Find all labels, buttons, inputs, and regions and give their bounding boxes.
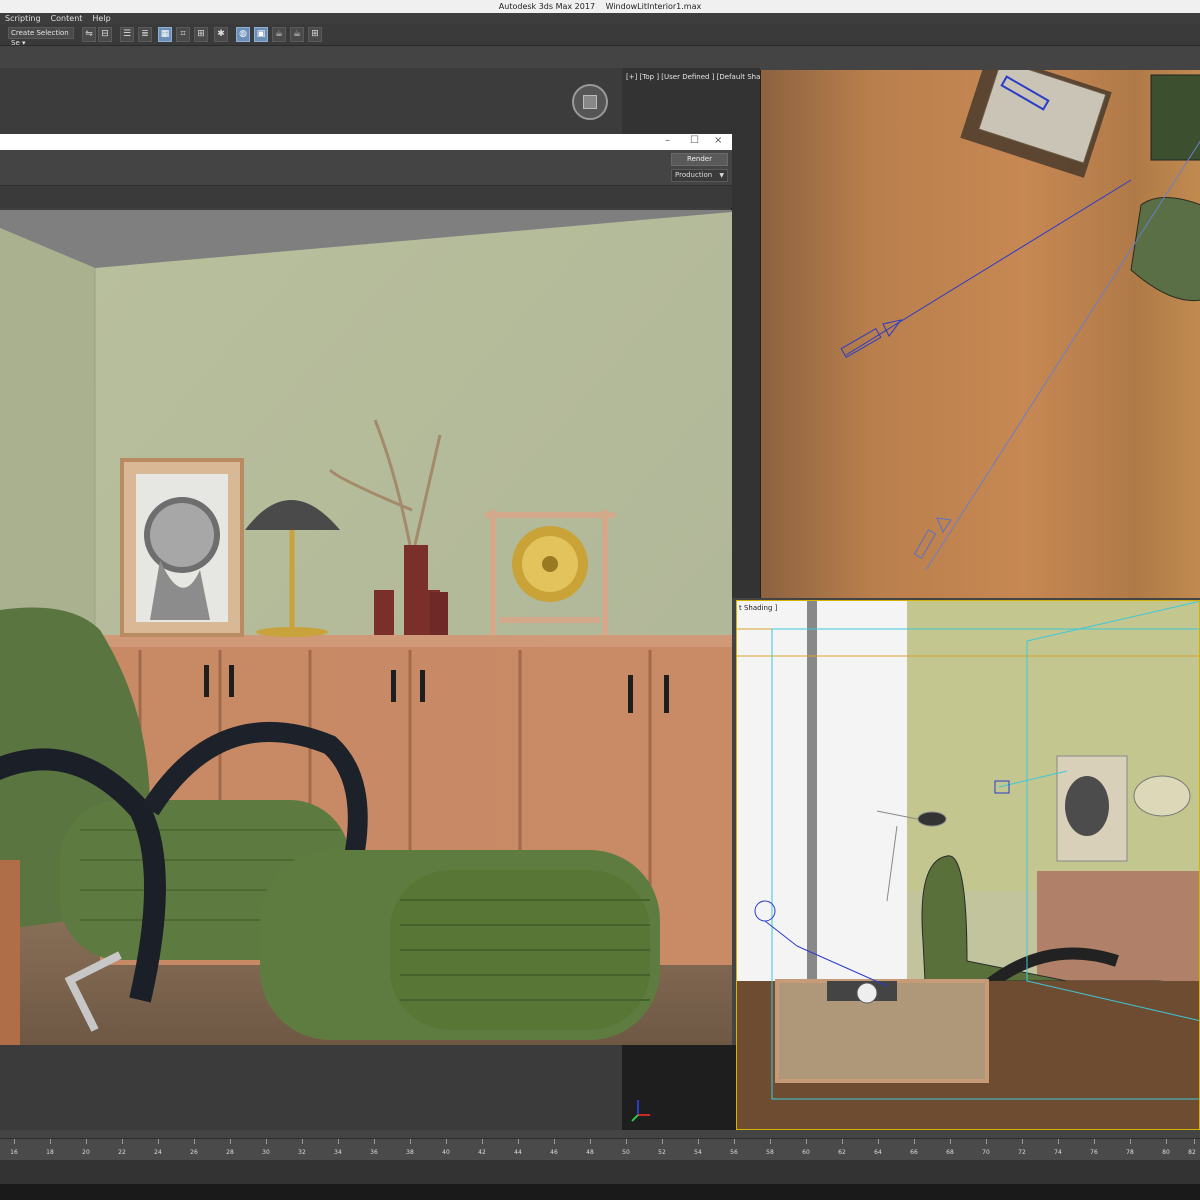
timeline-tick: 24 bbox=[154, 1149, 162, 1156]
menu-bar: Scripting Content Help bbox=[0, 13, 1200, 24]
timeline-tick: 22 bbox=[118, 1149, 126, 1156]
axis-gizmo-icon bbox=[631, 1100, 650, 1122]
toggle-ribbon-icon[interactable]: ▦ bbox=[158, 27, 172, 42]
timeline-tick: 68 bbox=[946, 1149, 954, 1156]
timeline-tick: 52 bbox=[658, 1149, 666, 1156]
timeline-tick: 26 bbox=[190, 1149, 198, 1156]
render-button[interactable]: Render bbox=[671, 153, 728, 166]
render-iterative-icon[interactable]: ☕ bbox=[290, 27, 304, 42]
timeline-tick: 74 bbox=[1054, 1149, 1062, 1156]
mirror-icon[interactable]: ⇋ bbox=[82, 27, 96, 42]
perspective-scene bbox=[737, 601, 1199, 1129]
timeline-tick: 32 bbox=[298, 1149, 306, 1156]
timeline-tick: 60 bbox=[802, 1149, 810, 1156]
timeline-tick: 72 bbox=[1018, 1149, 1026, 1156]
render-window-subbar bbox=[0, 186, 732, 208]
status-bar bbox=[0, 1160, 1200, 1184]
timeline-tick: 44 bbox=[514, 1149, 522, 1156]
viewport-left[interactable] bbox=[622, 1045, 736, 1130]
viewport-top[interactable] bbox=[760, 70, 1200, 598]
viewport-persp-label[interactable]: t Shading ] bbox=[739, 604, 777, 612]
timeline-tick: 66 bbox=[910, 1149, 918, 1156]
menu-help[interactable]: Help bbox=[87, 13, 115, 24]
app-titlebar: Autodesk 3ds Max 2017 WindowLitInterior1… bbox=[0, 0, 1200, 13]
render-setup-icon[interactable]: ◍ bbox=[236, 27, 250, 42]
timeline-tick: 48 bbox=[586, 1149, 594, 1156]
maximize-icon[interactable]: ☐ bbox=[690, 135, 699, 146]
app-title: Autodesk 3ds Max 2017 bbox=[498, 2, 596, 11]
command-panel-area bbox=[0, 1045, 622, 1130]
rendered-frame-window[interactable]: – ☐ × Render Production ▼ bbox=[0, 134, 732, 1045]
viewport-perspective[interactable]: t Shading ] bbox=[736, 600, 1200, 1130]
timeline-tick: 54 bbox=[694, 1149, 702, 1156]
viewcube-icon[interactable] bbox=[572, 84, 608, 120]
render-window-titlebar: – ☐ × bbox=[0, 134, 732, 150]
schematic-view-icon[interactable]: ⊞ bbox=[194, 27, 208, 42]
timeline-tick: 70 bbox=[982, 1149, 990, 1156]
scene-explorer-icon[interactable]: ☰ bbox=[120, 27, 134, 42]
close-icon[interactable]: × bbox=[714, 135, 722, 146]
timeline-tick: 18 bbox=[46, 1149, 54, 1156]
menu-scripting[interactable]: Scripting bbox=[0, 13, 46, 24]
selection-set-dropdown[interactable]: Create Selection Se ▾ bbox=[8, 27, 74, 47]
viewport-top-label[interactable]: [+] [Top ] [User Defined ] [Default Shad… bbox=[626, 73, 781, 81]
timeline-tick: 78 bbox=[1126, 1149, 1134, 1156]
main-toolbar: Create Selection Se ▾ ⇋ ⊟ ☰ ≣ ▦ ⌗ ⊞ ✱ ◍ … bbox=[0, 24, 1200, 47]
minimize-icon[interactable]: – bbox=[665, 135, 670, 146]
timeline-tick: 20 bbox=[82, 1149, 90, 1156]
layer-explorer-icon[interactable]: ≣ bbox=[138, 27, 152, 42]
render-production-icon[interactable]: ☕ bbox=[272, 27, 286, 42]
curve-editor-icon[interactable]: ⌗ bbox=[176, 27, 190, 42]
timeline-tick: 36 bbox=[370, 1149, 378, 1156]
timeline-tick: 64 bbox=[874, 1149, 882, 1156]
timeline-tick: 42 bbox=[478, 1149, 486, 1156]
render-in-cloud-icon[interactable]: ⊞ bbox=[308, 27, 322, 42]
rendered-image bbox=[0, 210, 732, 1045]
material-editor-icon[interactable]: ✱ bbox=[214, 27, 228, 42]
timeline-tick: 34 bbox=[334, 1149, 342, 1156]
timeline-tick: 46 bbox=[550, 1149, 558, 1156]
timeline-tick: 30 bbox=[262, 1149, 270, 1156]
rendered-room-scene bbox=[0, 210, 732, 1045]
preset-dropdown[interactable]: Production ▼ bbox=[671, 169, 728, 182]
timeline-tick: 38 bbox=[406, 1149, 414, 1156]
align-icon[interactable]: ⊟ bbox=[98, 27, 112, 42]
os-taskbar bbox=[0, 1184, 1200, 1200]
timeline-tick: 16 bbox=[10, 1149, 18, 1156]
chevron-down-icon: ▼ bbox=[719, 172, 724, 179]
rendered-frame-window-icon[interactable]: ▣ bbox=[254, 27, 268, 42]
timeline-tick: 80 bbox=[1162, 1149, 1170, 1156]
timeline-tick: 56 bbox=[730, 1149, 738, 1156]
timeline-tick: 58 bbox=[766, 1149, 774, 1156]
render-window-toolbar: Render Production ▼ bbox=[0, 150, 732, 186]
preset-dropdown-label: Production bbox=[675, 171, 713, 179]
timeline-tick: 28 bbox=[226, 1149, 234, 1156]
timeline-tick: 50 bbox=[622, 1149, 630, 1156]
top-view-scene bbox=[840, 70, 1200, 571]
menu-content[interactable]: Content bbox=[46, 13, 88, 24]
viewport-front[interactable] bbox=[0, 68, 622, 134]
file-name: WindowLitInterior1.max bbox=[605, 2, 702, 11]
ribbon-band bbox=[0, 46, 1200, 68]
selection-set-label: Create Selection Se bbox=[11, 29, 69, 47]
timeline-tick: 62 bbox=[838, 1149, 846, 1156]
timeline-tick: 82 bbox=[1188, 1149, 1196, 1156]
time-slider-track[interactable]: 16 18 20 22 24 26 28 30 32 34 36 38 40 4… bbox=[0, 1138, 1200, 1160]
timeline-tick: 40 bbox=[442, 1149, 450, 1156]
timeline-tick: 76 bbox=[1090, 1149, 1098, 1156]
